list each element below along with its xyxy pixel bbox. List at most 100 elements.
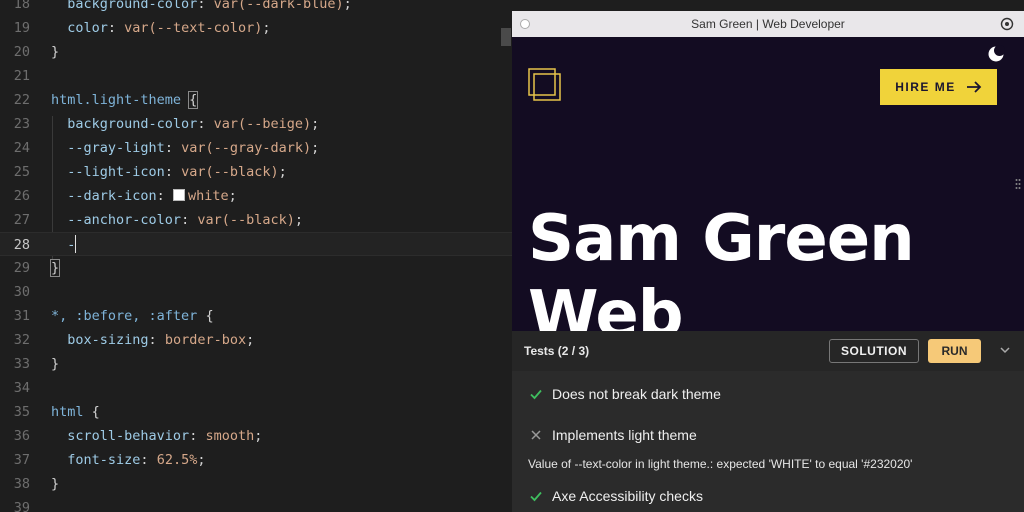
code-text: --gray-light: var(--gray-dark); (51, 136, 319, 160)
code-token: : (197, 0, 214, 12)
code-text: } (51, 40, 59, 64)
code-text: html { (51, 400, 100, 424)
line-number: 26 (13, 188, 30, 204)
window-dot-icon[interactable] (520, 19, 530, 29)
chevron-down-icon[interactable] (999, 344, 1011, 356)
test-item: Implements light theme (528, 425, 697, 445)
line-number: 19 (13, 20, 30, 36)
code-line[interactable]: 19 color: var(--text-color); (0, 16, 512, 40)
code-line[interactable]: 31 *, :before, :after { (0, 304, 512, 328)
code-line[interactable]: 33} (0, 352, 512, 376)
code-token: ; (197, 452, 206, 468)
code-line[interactable]: 21 (0, 64, 512, 88)
code-token: ; (278, 164, 287, 180)
code-text: } (49, 256, 61, 280)
code-token: : (107, 20, 125, 36)
code-token: ; (311, 140, 320, 156)
code-token: --light-icon (67, 164, 165, 180)
code-line[interactable]: 32 box-sizing: border-box; (0, 328, 512, 352)
tests-title: Tests (2 / 3) (524, 344, 590, 358)
code-line[interactable]: 25 --light-icon: var(--black); (0, 160, 512, 184)
code-token: ; (294, 212, 304, 228)
code-token: { (205, 308, 214, 324)
line-number: 31 (13, 308, 30, 324)
code-token: ; (311, 116, 320, 132)
code-token: { (188, 91, 199, 109)
code-token: } (49, 259, 61, 277)
code-token: box-sizing (67, 332, 149, 348)
line-number: 33 (13, 356, 30, 372)
theme-toggle-moon-icon[interactable] (987, 45, 1005, 63)
code-token: *, :before, :after (51, 308, 206, 324)
preview-top-strip (512, 0, 1024, 10)
code-line[interactable]: 34 (0, 376, 512, 400)
code-line[interactable]: 22 html.light-theme { (0, 88, 512, 112)
code-line[interactable]: 23 background-color: var(--beige); (0, 112, 512, 136)
code-line[interactable]: 20} (0, 40, 512, 64)
tests-panel: Tests (2 / 3) SOLUTION RUN Does not brea… (512, 331, 1024, 512)
code-text: --dark-icon: white; (51, 184, 236, 208)
code-line[interactable]: 39 (0, 496, 512, 512)
code-token: html.light-theme (51, 92, 190, 108)
code-line[interactable]: 35 html { (0, 400, 512, 424)
hero-line-2: Web (528, 278, 684, 331)
code-text: box-sizing: border-box; (51, 328, 254, 352)
tests-header: Tests (2 / 3) SOLUTION RUN (512, 331, 1024, 371)
code-token: var(--black) (181, 164, 279, 180)
line-number: 24 (13, 140, 30, 156)
code-token: background-color (67, 0, 198, 12)
solution-button[interactable]: SOLUTION (829, 339, 919, 363)
code-line[interactable]: 29} (0, 256, 512, 280)
code-line[interactable]: 24 --gray-light: var(--gray-dark); (0, 136, 512, 160)
code-text: } (51, 352, 59, 376)
text-cursor (75, 235, 77, 253)
line-number: 29 (13, 260, 30, 276)
code-text: color: var(--text-color); (51, 16, 270, 40)
hero-line-1: Sam Green (528, 202, 915, 276)
code-token: border-box (164, 332, 247, 348)
code-text: --anchor-color: var(--black); (51, 208, 303, 232)
code-token: var(--dark-blue) (213, 0, 344, 12)
code-editor[interactable]: 18 background-color: var(--dark-blue); 19… (0, 0, 512, 512)
test-item: Does not break dark theme (528, 384, 721, 404)
line-number: 25 (13, 164, 30, 180)
code-line[interactable]: 38} (0, 472, 512, 496)
code-token: : (148, 332, 165, 348)
code-token: var(--beige) (213, 116, 312, 132)
code-line[interactable]: 36 scroll-behavior: smooth; (0, 424, 512, 448)
resize-handle-icon[interactable] (1015, 178, 1021, 190)
code-line[interactable]: 18 background-color: var(--dark-blue); (0, 0, 512, 16)
code-line[interactable]: 28 - (0, 232, 512, 256)
code-line[interactable]: 30 (0, 280, 512, 304)
code-line[interactable]: 26 --dark-icon: white; (0, 184, 512, 208)
code-line[interactable]: 27 --anchor-color: var(--black); (0, 208, 512, 232)
line-number: 18 (13, 0, 30, 12)
code-line[interactable]: 37 font-size: 62.5%; (0, 448, 512, 472)
test-label: Implements light theme (552, 427, 697, 443)
check-icon (528, 386, 544, 402)
test-label: Does not break dark theme (552, 386, 721, 402)
code-token: : (197, 116, 214, 132)
line-number: 20 (13, 44, 30, 60)
code-text: - (51, 233, 77, 257)
hire-me-button[interactable]: HIRE ME (880, 69, 997, 105)
run-button[interactable]: RUN (928, 339, 981, 363)
arrow-right-icon (966, 81, 982, 93)
code-token: ; (254, 428, 263, 444)
code-token: --anchor-color (67, 212, 182, 228)
preview-title-bar: Sam Green | Web Developer (512, 11, 1024, 37)
code-token: ; (262, 20, 271, 36)
code-text: *, :before, :after { (51, 304, 214, 328)
logo-icon[interactable] (528, 68, 562, 102)
hire-me-label: HIRE ME (895, 80, 956, 94)
settings-icon[interactable] (1000, 17, 1014, 31)
editor-scrollbar[interactable] (501, 28, 511, 46)
